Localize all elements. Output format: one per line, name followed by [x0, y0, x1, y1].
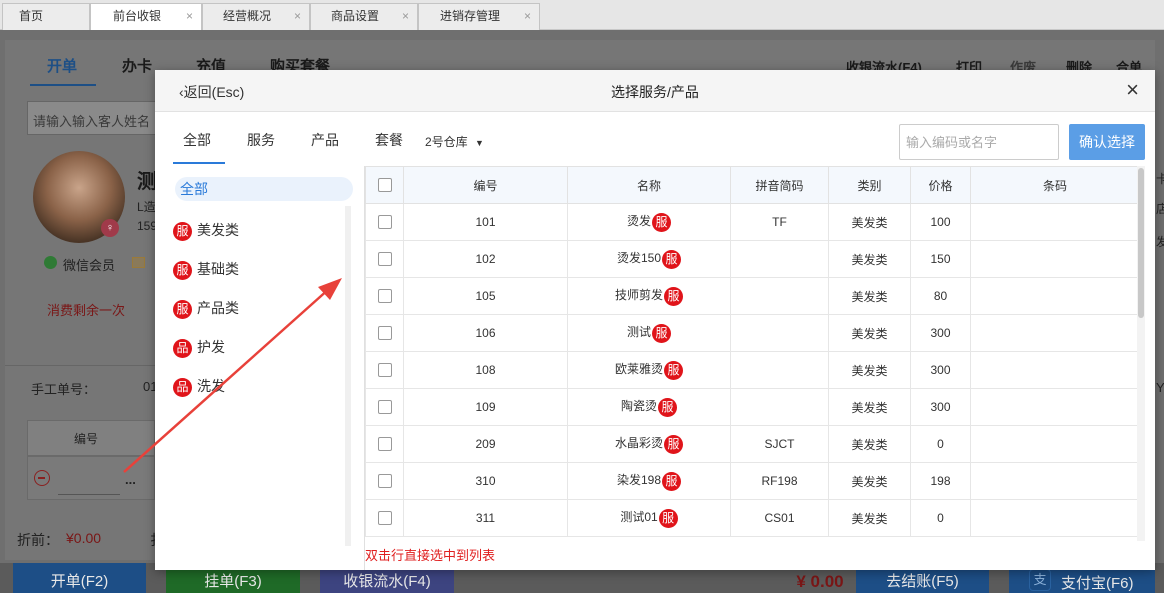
annotation-arrow-icon: [123, 278, 342, 473]
